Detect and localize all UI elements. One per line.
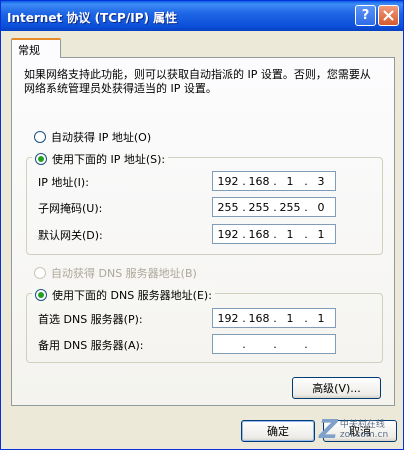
radio-auto-ip-indicator [34,131,46,143]
default-gateway-label: 默认网关(D): [38,229,103,242]
preferred-dns-octet-1: 192 [217,312,239,325]
default-gateway-octet-2: 168 [248,228,270,241]
advanced-button[interactable]: 高级(V)... [292,377,381,399]
default-gateway-octet-4: 1 [317,228,325,241]
radio-auto-dns-label: 自动获得 DNS 服务器地址(B) [51,267,197,280]
ip-address-octet-4: 3 [317,175,325,188]
tcpip-properties-dialog: Internet 协议 (TCP/IP) 属性 ? 常规 如果网络支持此功能，则… [0,0,404,450]
radio-manual-dns-indicator [35,289,47,301]
default-gateway-input[interactable]: 192 . 168 . 1 . 1 [212,224,336,244]
ip-address-label: IP 地址(I): [38,176,89,189]
zol-watermark: Z 中关村在线 zol.com.cn [319,415,399,445]
ip-address-input[interactable]: 192 . 168 . 1 . 3 [212,171,336,191]
radio-auto-dns[interactable]: 自动获得 DNS 服务器地址(B) [34,265,197,281]
preferred-dns-octet-2: 168 [248,312,270,325]
window-title: Internet 协议 (TCP/IP) 属性 [7,11,178,25]
preferred-dns-input[interactable]: 192 . 168 . 1 . 1 [212,308,336,328]
preferred-dns-octet-4: 1 [317,312,325,325]
default-gateway-octet-1: 192 [217,228,239,241]
help-button[interactable]: ? [355,5,376,26]
ok-button[interactable]: 确定 [241,420,315,442]
question-mark-icon: ? [361,8,370,23]
alternate-dns-label: 备用 DNS 服务器(A): [38,339,144,352]
ip-address-octet-3: 1 [286,175,294,188]
subnet-mask-input[interactable]: 255 . 255 . 255 . 0 [212,197,336,217]
subnet-mask-octet-2: 255 [248,201,270,214]
default-gateway-octet-3: 1 [286,228,294,241]
watermark-line-1: 中关村在线 [339,420,385,430]
radio-manual-ip[interactable]: 使用下面的 IP 地址(S): [32,151,169,167]
close-icon [383,10,394,21]
title-bar[interactable]: Internet 协议 (TCP/IP) 属性 ? [1,1,403,31]
watermark-line-2: zol.com.cn [339,430,389,440]
radio-auto-ip-label: 自动获得 IP 地址(O) [51,131,152,144]
zol-logo-icon: Z [319,415,338,445]
radio-auto-dns-indicator [34,267,46,279]
ip-address-octet-1: 192 [217,175,239,188]
subnet-mask-octet-1: 255 [217,201,239,214]
alternate-dns-input[interactable]: . . . [212,334,336,354]
radio-manual-ip-indicator [35,153,47,165]
radio-manual-ip-label: 使用下面的 IP 地址(S): [52,153,166,166]
subnet-mask-octet-3: 255 [279,201,301,214]
tab-general-label: 常规 [18,44,40,57]
tab-general[interactable]: 常规 [11,38,61,58]
ip-address-octet-2: 168 [248,175,270,188]
intro-text: 如果网络支持此功能，则可以获取自动指派的 IP 设置。否则，您需要从网络系统管理… [24,68,371,95]
subnet-mask-octet-4: 0 [317,201,325,214]
subnet-mask-label: 子网掩码(U): [38,202,103,215]
preferred-dns-label: 首选 DNS 服务器(P): [38,313,143,326]
preferred-dns-octet-3: 1 [286,312,294,325]
close-button[interactable] [378,5,399,26]
radio-auto-ip[interactable]: 自动获得 IP 地址(O) [34,129,151,145]
radio-manual-dns[interactable]: 使用下面的 DNS 服务器地址(E): [32,287,215,303]
radio-manual-dns-label: 使用下面的 DNS 服务器地址(E): [52,289,212,302]
